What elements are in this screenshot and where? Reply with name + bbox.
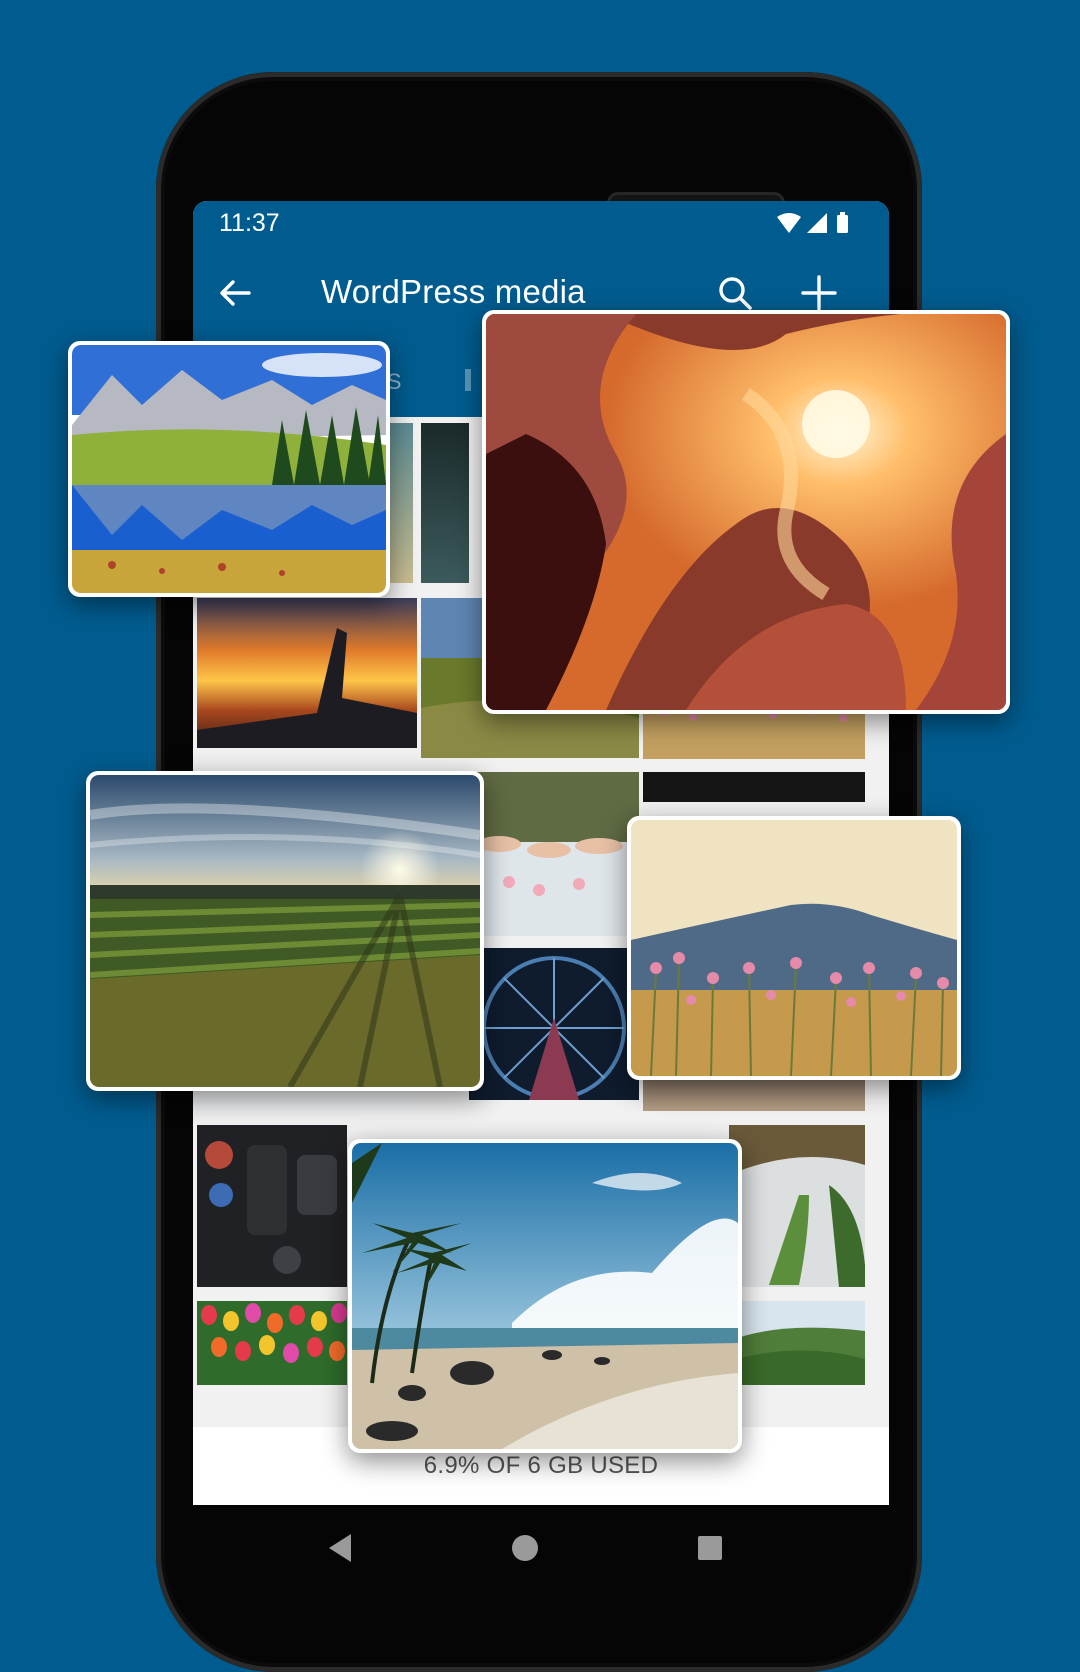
airplane-wing-sunset-photo[interactable] bbox=[197, 598, 417, 748]
tropical-beach-photo[interactable] bbox=[348, 1139, 742, 1453]
battery-icon bbox=[837, 212, 848, 233]
vineyard-sunset-photo[interactable] bbox=[86, 771, 484, 1091]
camera-gear-photo[interactable] bbox=[197, 1125, 347, 1287]
tab-next[interactable] bbox=[465, 369, 471, 391]
status-time: 11:37 bbox=[219, 209, 280, 237]
tulips-photo[interactable] bbox=[197, 1301, 347, 1385]
wifi-icon bbox=[777, 213, 801, 233]
media-item[interactable] bbox=[421, 423, 469, 583]
pink-flowers-mountain-photo[interactable] bbox=[627, 816, 961, 1080]
arrow-back-icon[interactable] bbox=[213, 271, 257, 315]
signal-icon bbox=[807, 213, 827, 233]
green-hills-photo[interactable] bbox=[729, 1301, 865, 1385]
dessert-table-photo[interactable] bbox=[469, 772, 639, 936]
nav-back-icon[interactable] bbox=[325, 1531, 355, 1565]
ferris-wheel-photo[interactable] bbox=[469, 948, 639, 1100]
android-nav-bar bbox=[193, 1505, 889, 1595]
search-icon[interactable] bbox=[713, 271, 757, 315]
nav-home-icon[interactable] bbox=[509, 1531, 541, 1565]
dark-photo[interactable] bbox=[643, 772, 865, 802]
page-title: WordPress media bbox=[321, 273, 586, 310]
garden-path-photo[interactable] bbox=[729, 1125, 865, 1287]
plus-icon[interactable] bbox=[797, 271, 841, 315]
status-icons bbox=[777, 212, 848, 233]
slot-canyon-photo[interactable] bbox=[482, 310, 1010, 714]
mountain-lake-photo[interactable] bbox=[68, 341, 390, 597]
nav-recents-icon[interactable] bbox=[695, 1531, 725, 1565]
